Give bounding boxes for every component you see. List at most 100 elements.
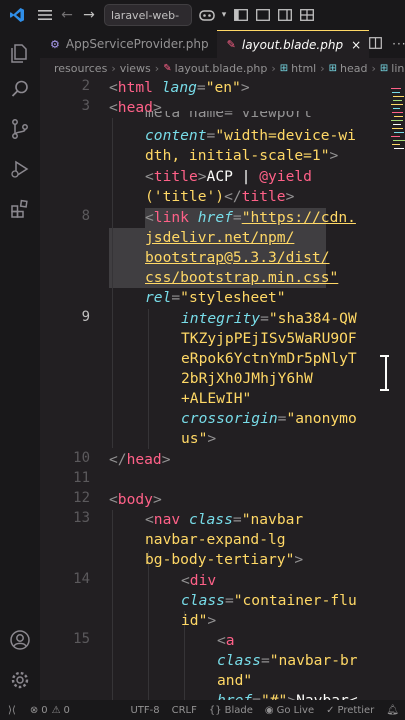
run-debug-icon[interactable] xyxy=(7,156,33,182)
remote-icon: ⟩⟨ xyxy=(8,704,16,716)
code-line-13-wrap: navbar-expand-lg xyxy=(145,531,286,548)
code-line-title-wrap: ('title')</title> xyxy=(145,188,295,205)
code-line-8: <link href="https://cdn. xyxy=(145,209,356,226)
toggle-secondary-sidebar-icon[interactable] xyxy=(274,4,296,26)
language-mode[interactable]: {} Blade xyxy=(203,705,259,716)
breadcrumb-separator: › xyxy=(320,61,325,75)
code-line-9: integrity="sha384-QW xyxy=(181,310,357,327)
code-editor[interactable]: 2 3 8 9 10 11 12 13 14 15 <html lang="en… xyxy=(40,78,405,700)
notifications-bell-icon[interactable]: 🔔︎ xyxy=(380,705,405,716)
back-arrow-icon[interactable]: ← xyxy=(56,4,78,26)
element-icon: ⊞ xyxy=(379,62,389,74)
customize-layout-icon[interactable] xyxy=(296,4,318,26)
status-bar: ⟩⟨ ⊗ 0 ⚠ 0 UTF-8 CRLF {} Blade ◉ Go Live… xyxy=(0,700,405,720)
code-line-8-wrap: jsdelivr.net/npm/ xyxy=(145,229,295,246)
menu-icon[interactable] xyxy=(34,4,56,26)
prettier-indicator[interactable]: ✓ Prettier xyxy=(320,705,380,716)
code-line-12: <body> xyxy=(109,491,162,508)
breadcrumb-separator: › xyxy=(271,61,276,75)
breadcrumb: resources › views › ✎ layout.blade.php ›… xyxy=(40,58,405,78)
chevron-down-icon[interactable]: ▾ xyxy=(218,4,230,26)
code-line-9-wrap: 2bRjXh0JMhjY6hW xyxy=(181,370,313,387)
minimap[interactable] xyxy=(389,78,405,700)
double-check-icon: ✓ xyxy=(326,704,335,716)
explorer-icon[interactable] xyxy=(7,40,33,66)
encoding-label: UTF-8 xyxy=(130,704,160,716)
eol-indicator[interactable]: CRLF xyxy=(166,705,203,716)
tab-app-service-provider[interactable]: ⚙ AppServiceProvider.php xyxy=(40,30,217,58)
toggle-panel-icon[interactable] xyxy=(252,4,274,26)
close-icon[interactable]: × xyxy=(351,38,361,52)
indent-guide xyxy=(148,551,149,700)
line-number: 3 xyxy=(81,98,90,114)
line-number: 14 xyxy=(73,571,90,587)
split-editor-icon[interactable] xyxy=(369,36,383,52)
element-icon: ⊞ xyxy=(328,62,338,74)
blade-file-icon: ✎ xyxy=(226,38,236,51)
line-number: 15 xyxy=(73,631,90,647)
account-icon[interactable] xyxy=(7,627,33,653)
breadcrumb-separator: › xyxy=(154,61,160,75)
line-number: 12 xyxy=(73,490,90,506)
code-line-2: <html lang="en"> xyxy=(109,79,250,96)
indent-guide xyxy=(148,309,149,449)
code-line-meta-clipped: meta name="viewport" xyxy=(145,111,321,121)
code-line-9-wrap: crossorigin="anonymo xyxy=(181,410,357,427)
code-line-9-wrap: us"> xyxy=(181,430,217,447)
toggle-sidebar-icon[interactable] xyxy=(230,4,252,26)
code-line-15: <a xyxy=(217,632,235,649)
remote-indicator[interactable]: ⟩⟨ xyxy=(0,705,24,716)
line-number-gutter: 2 3 8 9 10 11 12 13 14 15 xyxy=(40,78,90,700)
error-count: 0 xyxy=(41,704,48,716)
go-live-label: Go Live xyxy=(276,704,315,716)
copilot-icon[interactable] xyxy=(196,4,218,26)
code-line-9-wrap: TKZyjpPEjISv5WaRU9OF xyxy=(181,330,357,347)
language-label: Blade xyxy=(224,704,253,716)
activity-bar xyxy=(0,30,40,700)
line-number: 13 xyxy=(73,510,90,526)
settings-gear-icon[interactable] xyxy=(7,667,33,693)
error-icon: ⊗ xyxy=(29,704,39,716)
breadcrumb-item[interactable]: views xyxy=(120,62,151,75)
line-number: 8 xyxy=(81,208,90,224)
braces-icon: {} xyxy=(208,704,222,716)
command-center[interactable]: laravel-web- xyxy=(104,4,192,26)
encoding-indicator[interactable]: UTF-8 xyxy=(124,705,165,716)
source-control-icon[interactable] xyxy=(7,116,33,142)
line-number: 2 xyxy=(81,78,90,94)
code-line-14: <div xyxy=(181,572,217,589)
tab-layout-blade[interactable]: ✎ layout.blade.php × xyxy=(216,30,370,58)
code-line-15-wrap: class="navbar-br xyxy=(217,652,358,669)
code-line-content-wrap: dth, initial-scale=1"> xyxy=(145,147,339,164)
code-line-8-wrap: bootstrap@5.3.3/dist/ xyxy=(145,249,330,266)
breadcrumb-item[interactable]: resources xyxy=(54,62,107,75)
code-line-8-wrap: rel="stylesheet" xyxy=(145,289,286,306)
search-icon[interactable] xyxy=(7,76,33,102)
eol-label: CRLF xyxy=(171,704,197,716)
breadcrumb-item[interactable]: layout.blade.php xyxy=(175,62,268,75)
breadcrumb-item[interactable]: head xyxy=(340,62,367,75)
element-icon: ⊞ xyxy=(279,62,289,74)
tab-label: AppServiceProvider.php xyxy=(65,37,209,51)
blade-file-icon: ✎ xyxy=(163,62,172,74)
warning-count: 0 xyxy=(63,704,70,716)
code-line-8-wrap: css/bootstrap.min.css" xyxy=(145,269,339,286)
vscode-logo-icon xyxy=(0,4,34,26)
extensions-icon[interactable] xyxy=(7,196,33,222)
code-line-14-wrap: class="container-flu xyxy=(181,592,357,609)
code-line-title: <title>ACP | @yield xyxy=(145,168,312,185)
indent-guide xyxy=(112,118,113,448)
code-area[interactable]: <html lang="en"> <head> meta name="viewp… xyxy=(109,78,399,700)
go-live-button[interactable]: ◉ Go Live xyxy=(259,705,320,716)
command-center-label: laravel-web- xyxy=(111,8,180,22)
problems-indicator[interactable]: ⊗ 0 ⚠ 0 xyxy=(24,705,76,716)
more-actions-icon[interactable]: ··· xyxy=(392,37,405,51)
code-line-15-wrap: href="#">Navbar< xyxy=(217,691,358,700)
tab-label: layout.blade.php xyxy=(241,37,344,52)
code-line-10: </head> xyxy=(109,451,171,468)
warning-icon: ⚠ xyxy=(51,704,61,716)
forward-arrow-icon[interactable]: → xyxy=(78,4,100,26)
breadcrumb-item[interactable]: link xyxy=(391,62,405,75)
code-line-13-wrap: bg-body-tertiary"> xyxy=(145,551,304,568)
breadcrumb-item[interactable]: html xyxy=(291,62,316,75)
